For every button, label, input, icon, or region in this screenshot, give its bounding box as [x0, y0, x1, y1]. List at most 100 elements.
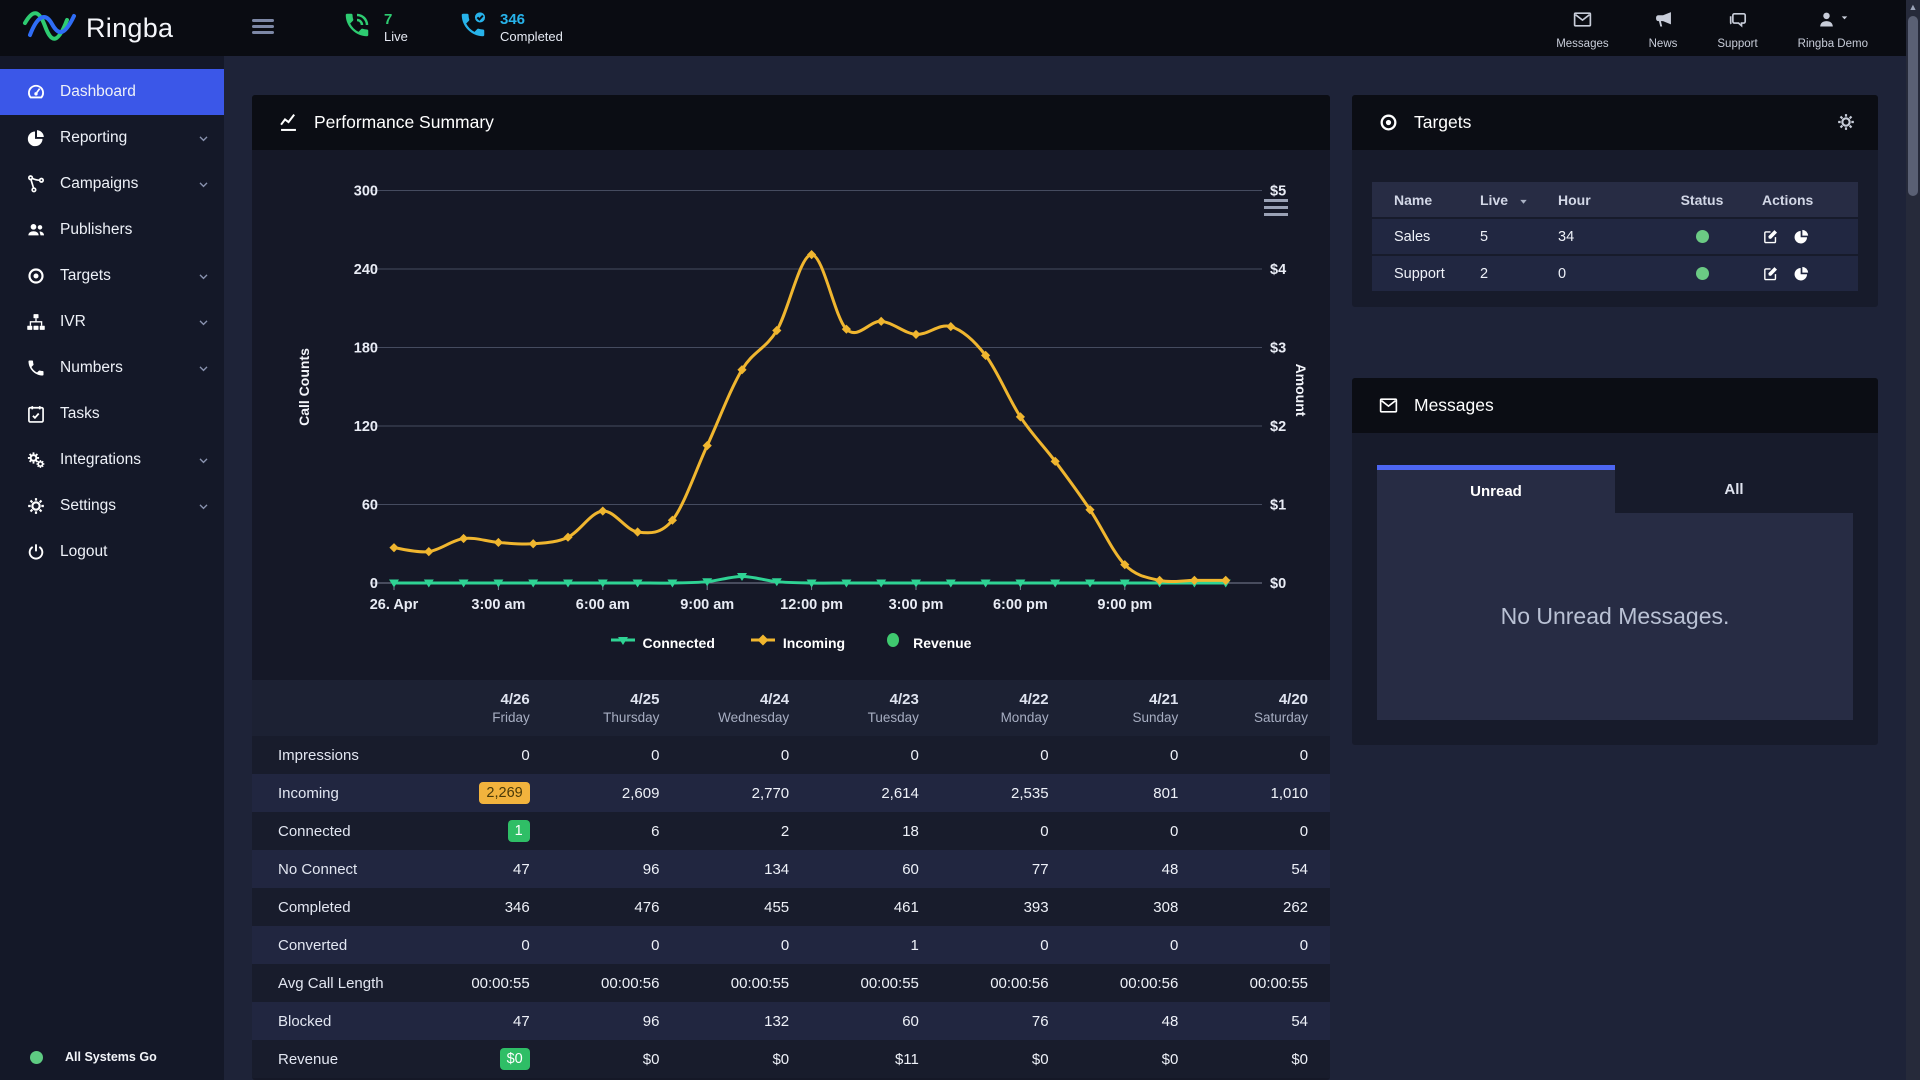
svg-text:6:00 pm: 6:00 pm — [993, 597, 1048, 613]
svg-text:3:00 am: 3:00 am — [471, 597, 525, 613]
topnav-messages[interactable]: Messages — [1556, 9, 1608, 50]
edit-icon[interactable] — [1762, 265, 1779, 282]
sort-caret-icon[interactable] — [1518, 194, 1529, 205]
summary-cell: 76 — [941, 1013, 1071, 1030]
sidebar-item-settings[interactable]: Settings — [0, 483, 224, 529]
top-nav: Messages News Support Ringba Demo — [1556, 9, 1868, 50]
legend-item-revenue[interactable]: Revenue — [881, 632, 971, 653]
performance-summary-card: Performance Summary 0$060$1120$2180$3240… — [252, 95, 1330, 1080]
chevron-down-icon — [197, 500, 210, 513]
summary-row-blocked: Blocked479613260764854 — [252, 1002, 1330, 1040]
svg-text:$3: $3 — [1270, 341, 1286, 357]
summary-cell: 801 — [1071, 785, 1201, 802]
summary-cell: 54 — [1200, 1013, 1330, 1030]
summary-cell: 00:00:55 — [422, 975, 552, 992]
svg-text:$1: $1 — [1270, 498, 1286, 514]
chart-context-menu-icon[interactable] — [1264, 199, 1288, 216]
svg-text:240: 240 — [354, 262, 378, 278]
status-dot-icon — [1696, 230, 1709, 243]
completed-calls-indicator[interactable]: 346 Completed — [458, 10, 563, 45]
summary-cell: 455 — [681, 899, 811, 916]
target-name: Support — [1372, 266, 1480, 282]
summary-table-header: 4/26Friday4/25Thursday4/24Wednesday4/23T… — [252, 680, 1330, 736]
summary-cell: 461 — [811, 899, 941, 916]
live-label: Live — [384, 29, 408, 45]
summary-cell: 346 — [422, 899, 552, 916]
svg-text:$0: $0 — [1270, 576, 1286, 592]
summary-cell: 47 — [422, 1013, 552, 1030]
messages-tabs: Unread All — [1377, 465, 1853, 513]
sidebar-item-reporting[interactable]: Reporting — [0, 115, 224, 161]
brand[interactable]: Ringba — [22, 7, 173, 49]
summary-cell: 0 — [552, 937, 682, 954]
edit-icon[interactable] — [1762, 228, 1779, 245]
summary-cell: 393 — [941, 899, 1071, 916]
target-row-support: Support20 — [1372, 256, 1858, 291]
summary-cell: 0 — [422, 937, 552, 954]
megaphone-icon — [1653, 9, 1674, 35]
completed-count: 346 — [500, 11, 563, 29]
topnav-support[interactable]: Support — [1717, 9, 1757, 50]
system-status[interactable]: All Systems Go — [30, 1050, 157, 1064]
legend-item-incoming[interactable]: Incoming — [751, 632, 845, 653]
summary-cell: 00:00:55 — [1200, 975, 1330, 992]
legend-label: Connected — [643, 635, 715, 651]
summary-col-4-24: 4/24Wednesday — [681, 690, 811, 727]
live-calls-indicator[interactable]: 7 Live — [342, 10, 408, 45]
summary-cell: $11 — [811, 1051, 941, 1068]
topnav-label: News — [1649, 38, 1678, 50]
phone-icon — [26, 358, 46, 378]
report-pie-icon[interactable] — [1793, 228, 1810, 245]
svg-text:0: 0 — [370, 576, 378, 592]
menu-toggle-icon[interactable] — [252, 19, 274, 37]
tab-all[interactable]: All — [1615, 465, 1853, 513]
legend-item-connected[interactable]: Connected — [611, 632, 715, 653]
summary-cell: 0 — [1200, 747, 1330, 764]
topnav-news[interactable]: News — [1649, 9, 1678, 50]
row-label: Converted — [252, 937, 422, 954]
summary-cell: 00:00:56 — [1071, 975, 1201, 992]
targets-col-name: Name — [1372, 192, 1480, 208]
summary-cell: 48 — [1071, 861, 1201, 878]
summary-row-completed: Completed346476455461393308262 — [252, 888, 1330, 926]
performance-card-header: Performance Summary — [252, 95, 1330, 150]
phone-live-icon — [342, 10, 372, 45]
sidebar-item-label: Integrations — [60, 451, 141, 469]
sidebar-item-dashboard[interactable]: Dashboard — [0, 69, 224, 115]
targets-table-header: Name Live Hour Status Actions — [1372, 182, 1858, 217]
summary-cell: $0 — [941, 1051, 1071, 1068]
status-dot-icon — [1696, 267, 1709, 280]
highlight-badge: 1 — [508, 820, 530, 842]
sidebar-item-numbers[interactable]: Numbers — [0, 345, 224, 391]
sidebar-item-integrations[interactable]: Integrations — [0, 437, 224, 483]
legend-incoming-marker-icon — [751, 632, 775, 653]
sidebar-item-logout[interactable]: Logout — [0, 529, 224, 575]
chart-legend: Connected Incoming Revenue — [252, 632, 1330, 653]
sidebar-item-publishers[interactable]: Publishers — [0, 207, 224, 253]
topnav-label: Support — [1717, 38, 1757, 50]
svg-text:Amount: Amount — [1293, 364, 1309, 417]
targets-settings-gear-icon[interactable] — [1836, 112, 1856, 132]
sidebar-item-campaigns[interactable]: Campaigns — [0, 161, 224, 207]
summary-col-4-22: 4/22Monday — [941, 690, 1071, 727]
sidebar-item-ivr[interactable]: IVR — [0, 299, 224, 345]
scrollbar-up-arrow[interactable]: ▲ — [1906, 2, 1920, 12]
sidebar-item-targets[interactable]: Targets — [0, 253, 224, 299]
performance-chart-svg: 0$060$1120$2180$3240$4300$526. Apr3:00 a… — [252, 150, 1330, 670]
tab-unread[interactable]: Unread — [1377, 465, 1615, 513]
report-pie-icon[interactable] — [1793, 265, 1810, 282]
summary-row-connected: Connected16218000 — [252, 812, 1330, 850]
topnav-ringba-demo[interactable]: Ringba Demo — [1798, 9, 1868, 50]
messages-card-title: Messages — [1414, 395, 1494, 416]
summary-cell: 2,614 — [811, 785, 941, 802]
target-hour-count: 34 — [1558, 229, 1650, 245]
sidebar-item-tasks[interactable]: Tasks — [0, 391, 224, 437]
target-actions — [1754, 228, 1858, 245]
summary-cell: 0 — [941, 747, 1071, 764]
scrollbar-thumb[interactable] — [1908, 16, 1918, 196]
legend-revenue-marker-icon — [881, 632, 905, 653]
chevron-down-icon — [197, 132, 210, 145]
summary-col-4-25: 4/25Thursday — [552, 690, 682, 727]
summary-row-avg-call-length: Avg Call Length00:00:5500:00:5600:00:550… — [252, 964, 1330, 1002]
summary-cell: 96 — [552, 1013, 682, 1030]
